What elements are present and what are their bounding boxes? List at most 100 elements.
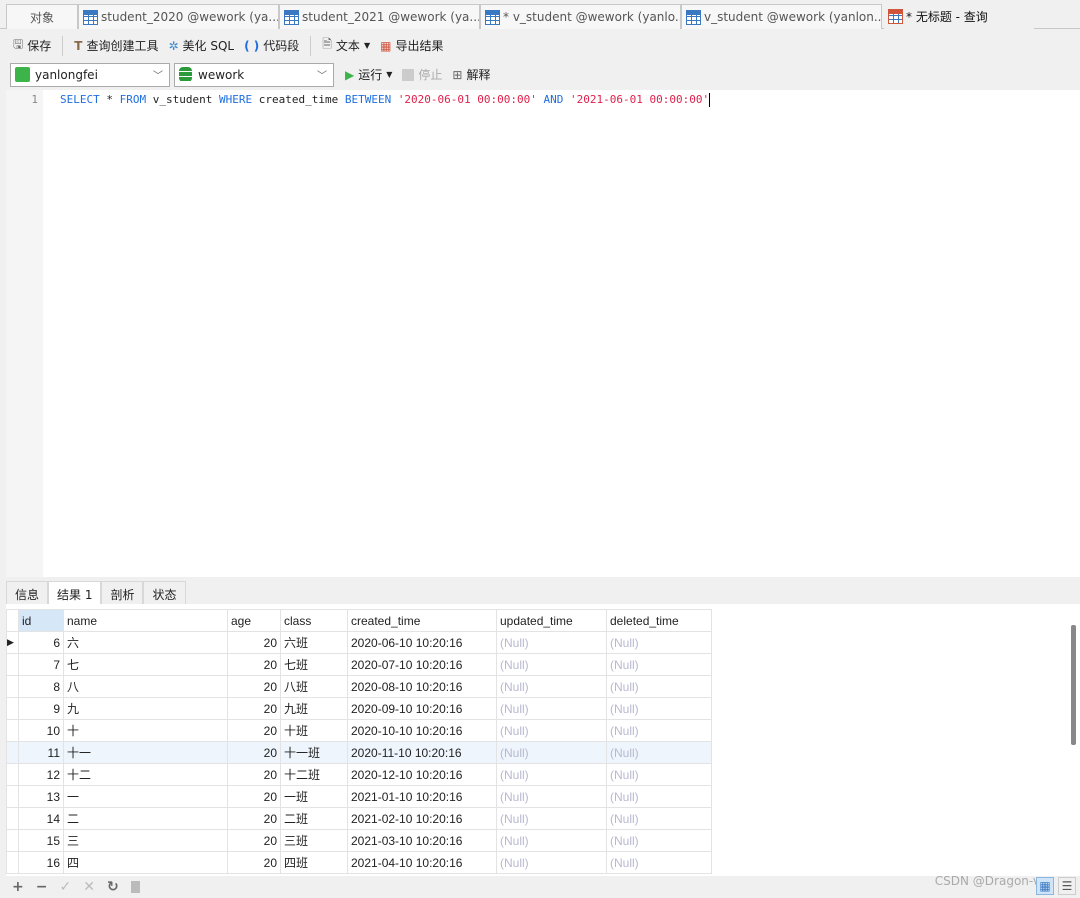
cell-updated-time[interactable]: (Null)	[496, 851, 607, 874]
cell-class[interactable]: 一班	[280, 785, 348, 808]
row-indicator[interactable]	[6, 653, 19, 676]
cell-id[interactable]: 6	[18, 631, 64, 654]
cell-id[interactable]: 7	[18, 653, 64, 676]
row-indicator[interactable]	[6, 741, 19, 764]
cell-deleted-time[interactable]: (Null)	[606, 829, 712, 852]
row-indicator[interactable]	[6, 719, 19, 742]
tab-result-1[interactable]: 结果 1	[48, 581, 102, 604]
cell-deleted-time[interactable]: (Null)	[606, 675, 712, 698]
discard-icon[interactable]: ✕	[83, 879, 95, 895]
cell-updated-time[interactable]: (Null)	[496, 697, 607, 720]
row-indicator[interactable]	[6, 763, 19, 786]
cell-class[interactable]: 三班	[280, 829, 348, 852]
save-button[interactable]: 🖫 保存	[10, 35, 54, 57]
form-view-icon[interactable]: ☰	[1058, 877, 1076, 895]
cell-deleted-time[interactable]: (Null)	[606, 851, 712, 874]
sql-editor[interactable]: 1 SELECT * FROM v_student WHERE created_…	[6, 90, 1080, 577]
text-button[interactable]: 🗎 文本 ▼	[319, 35, 373, 57]
cell-name[interactable]: 三	[63, 829, 228, 852]
table-row[interactable]: 9 九 20 九班 2020-09-10 10:20:16 (Null) (Null)	[6, 697, 712, 720]
cell-updated-time[interactable]: (Null)	[496, 785, 607, 808]
tab-student-2021[interactable]: student_2021 @wework (ya...	[279, 4, 480, 29]
row-indicator[interactable]	[6, 829, 19, 852]
cell-class[interactable]: 六班	[280, 631, 348, 654]
cell-name[interactable]: 一	[63, 785, 228, 808]
cell-class[interactable]: 十一班	[280, 741, 348, 764]
cell-name[interactable]: 四	[63, 851, 228, 874]
stop-button[interactable]: 停止	[399, 64, 445, 86]
table-row[interactable]: 8 八 20 八班 2020-08-10 10:20:16 (Null) (Null)	[6, 675, 712, 698]
cell-class[interactable]: 十二班	[280, 763, 348, 786]
cell-name[interactable]: 十	[63, 719, 228, 742]
cell-age[interactable]: 20	[227, 653, 281, 676]
column-header-name[interactable]: name	[63, 609, 228, 632]
cell-id[interactable]: 16	[18, 851, 64, 874]
cell-created-time[interactable]: 2021-04-10 10:20:16	[347, 851, 497, 874]
cell-deleted-time[interactable]: (Null)	[606, 697, 712, 720]
row-indicator[interactable]	[6, 697, 19, 720]
run-button[interactable]: ▶ 运行 ▼	[342, 64, 395, 86]
cell-id[interactable]: 14	[18, 807, 64, 830]
table-row[interactable]: 11 十一 20 十一班 2020-11-10 10:20:16 (Null) (Null)	[6, 741, 712, 764]
cell-updated-time[interactable]: (Null)	[496, 653, 607, 676]
cell-name[interactable]: 二	[63, 807, 228, 830]
cell-deleted-time[interactable]: (Null)	[606, 763, 712, 786]
cell-deleted-time[interactable]: (Null)	[606, 653, 712, 676]
cell-created-time[interactable]: 2020-08-10 10:20:16	[347, 675, 497, 698]
explain-button[interactable]: ⊞ 解释	[449, 64, 493, 86]
delete-record-icon[interactable]: −	[36, 879, 48, 895]
cell-name[interactable]: 八	[63, 675, 228, 698]
cell-created-time[interactable]: 2020-09-10 10:20:16	[347, 697, 497, 720]
beautify-sql-button[interactable]: ✲ 美化 SQL	[165, 35, 237, 57]
cell-name[interactable]: 十二	[63, 763, 228, 786]
column-header-deleted-time[interactable]: deleted_time	[606, 609, 712, 632]
cell-updated-time[interactable]: (Null)	[496, 829, 607, 852]
refresh-icon[interactable]: ↻	[107, 879, 119, 895]
database-select[interactable]: wework ﹀	[174, 62, 334, 87]
cell-deleted-time[interactable]: (Null)	[606, 807, 712, 830]
column-header-updated-time[interactable]: updated_time	[496, 609, 607, 632]
tab-v-student-design[interactable]: * v_student @wework (yanlo...	[480, 4, 681, 29]
table-row[interactable]: ▶ 6 六 20 六班 2020-06-10 10:20:16 (Null) (Null)	[6, 631, 712, 654]
cell-name[interactable]: 六	[63, 631, 228, 654]
cell-created-time[interactable]: 2020-06-10 10:20:16	[347, 631, 497, 654]
cell-class[interactable]: 十班	[280, 719, 348, 742]
table-row[interactable]: 13 一 20 一班 2021-01-10 10:20:16 (Null) (Null)	[6, 785, 712, 808]
cell-age[interactable]: 20	[227, 851, 281, 874]
cell-id[interactable]: 11	[18, 741, 64, 764]
add-record-icon[interactable]: +	[12, 879, 24, 895]
apply-icon[interactable]: ✓	[59, 879, 71, 895]
cell-updated-time[interactable]: (Null)	[496, 719, 607, 742]
cell-deleted-time[interactable]: (Null)	[606, 719, 712, 742]
column-header-class[interactable]: class	[280, 609, 348, 632]
cell-age[interactable]: 20	[227, 631, 281, 654]
cell-age[interactable]: 20	[227, 697, 281, 720]
stop-icon[interactable]	[130, 881, 140, 893]
query-builder-button[interactable]: T 查询创建工具	[71, 35, 161, 57]
cell-deleted-time[interactable]: (Null)	[606, 631, 712, 654]
cell-id[interactable]: 10	[18, 719, 64, 742]
cell-class[interactable]: 四班	[280, 851, 348, 874]
cell-updated-time[interactable]: (Null)	[496, 741, 607, 764]
row-indicator[interactable]: ▶	[6, 631, 19, 654]
tab-v-student[interactable]: v_student @wework (yanlon...	[681, 4, 882, 29]
cell-name[interactable]: 九	[63, 697, 228, 720]
row-indicator[interactable]	[6, 785, 19, 808]
cell-updated-time[interactable]: (Null)	[496, 675, 607, 698]
column-header-created-time[interactable]: created_time	[347, 609, 497, 632]
tab-untitled-query[interactable]: * 无标题 - 查询	[884, 4, 1034, 29]
vertical-scrollbar[interactable]	[1071, 625, 1076, 745]
row-indicator[interactable]	[6, 675, 19, 698]
cell-created-time[interactable]: 2021-02-10 10:20:16	[347, 807, 497, 830]
cell-created-time[interactable]: 2020-07-10 10:20:16	[347, 653, 497, 676]
cell-deleted-time[interactable]: (Null)	[606, 785, 712, 808]
tab-student-2020[interactable]: student_2020 @wework (ya...	[78, 4, 279, 29]
cell-class[interactable]: 八班	[280, 675, 348, 698]
tab-info[interactable]: 信息	[6, 581, 49, 604]
cell-updated-time[interactable]: (Null)	[496, 807, 607, 830]
code-snippet-button[interactable]: ( ) 代码段	[241, 35, 302, 57]
cell-id[interactable]: 13	[18, 785, 64, 808]
cell-class[interactable]: 二班	[280, 807, 348, 830]
cell-name[interactable]: 七	[63, 653, 228, 676]
row-indicator[interactable]	[6, 851, 19, 874]
